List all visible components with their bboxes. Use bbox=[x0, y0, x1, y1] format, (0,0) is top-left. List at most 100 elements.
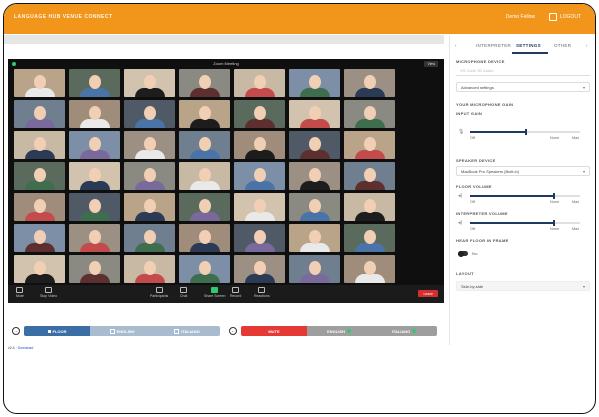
participant-face bbox=[253, 168, 266, 182]
tab-settings[interactable]: SETTINGS bbox=[516, 43, 541, 48]
participant-tile[interactable] bbox=[234, 255, 285, 283]
hear-floor-toggle[interactable] bbox=[458, 250, 468, 257]
participant-tile[interactable] bbox=[179, 162, 230, 190]
participant-tile[interactable] bbox=[14, 69, 65, 97]
tab-interpreter[interactable]: INTERPRETER bbox=[476, 43, 511, 48]
speak-english-label: ENGLISH bbox=[327, 328, 345, 334]
participant-tile[interactable] bbox=[234, 224, 285, 252]
participant-tile[interactable] bbox=[289, 255, 340, 283]
control-mute[interactable]: Mute bbox=[16, 287, 24, 298]
speaker-select[interactable]: MacBook Pro Speakers (Built-in) ▾ bbox=[456, 166, 590, 176]
participant-face bbox=[198, 168, 211, 182]
participant-face bbox=[88, 199, 101, 213]
speak-mute-button[interactable]: MUTE bbox=[241, 326, 307, 336]
microphone-select[interactable]: VS Code 3D Audio bbox=[456, 66, 590, 76]
participant-body bbox=[134, 181, 165, 190]
leave-button[interactable]: Leave bbox=[418, 290, 438, 297]
control-participants[interactable]: Participants bbox=[150, 287, 168, 298]
participant-tile[interactable] bbox=[344, 69, 395, 97]
participant-tile[interactable] bbox=[14, 255, 65, 283]
participant-tile[interactable] bbox=[234, 131, 285, 159]
participant-body bbox=[79, 212, 110, 221]
advanced-settings-select[interactable]: Advanced settings ▾ bbox=[456, 82, 590, 92]
speak-english-button[interactable]: ENGLISH bbox=[307, 326, 371, 336]
participant-tile[interactable] bbox=[69, 255, 120, 283]
tab-other[interactable]: OTHER bbox=[554, 43, 571, 48]
participant-tile[interactable] bbox=[234, 193, 285, 221]
participant-tile[interactable] bbox=[14, 100, 65, 128]
floor-volume-slider[interactable]: ◂) Off Norm Max bbox=[458, 191, 590, 205]
participant-tile[interactable] bbox=[14, 162, 65, 190]
participant-tile[interactable] bbox=[14, 193, 65, 221]
participant-body bbox=[244, 181, 275, 190]
input-gain-slider[interactable]: 🎙 Off Norm Max bbox=[458, 127, 590, 141]
control-reactions[interactable]: Reactions bbox=[254, 287, 270, 298]
participant-tile[interactable] bbox=[14, 131, 65, 159]
participant-tile[interactable] bbox=[14, 224, 65, 252]
participant-tile[interactable] bbox=[344, 224, 395, 252]
participant-body bbox=[24, 181, 55, 190]
slider-thumb[interactable] bbox=[552, 193, 555, 199]
listen-floor-button[interactable]: FLOOR bbox=[24, 326, 90, 336]
participant-tile[interactable] bbox=[289, 100, 340, 128]
participant-tile[interactable] bbox=[344, 255, 395, 283]
participant-tile[interactable] bbox=[69, 131, 120, 159]
slider-fill bbox=[470, 131, 525, 133]
participant-tile[interactable] bbox=[289, 162, 340, 190]
participant-face bbox=[198, 261, 211, 275]
participant-tile[interactable] bbox=[344, 100, 395, 128]
participant-tile[interactable] bbox=[289, 224, 340, 252]
participant-body bbox=[79, 119, 110, 128]
slider-thumb[interactable] bbox=[552, 220, 555, 226]
participant-tile[interactable] bbox=[124, 224, 175, 252]
participant-body bbox=[354, 212, 385, 221]
participant-tile[interactable] bbox=[234, 100, 285, 128]
participant-face bbox=[143, 75, 156, 89]
participant-tile[interactable] bbox=[179, 100, 230, 128]
view-button[interactable]: View bbox=[424, 61, 438, 67]
slider-min-label: Off bbox=[470, 200, 475, 204]
participant-tile[interactable] bbox=[124, 131, 175, 159]
participant-tile[interactable] bbox=[179, 255, 230, 283]
participant-tile[interactable] bbox=[69, 224, 120, 252]
control-share-screen[interactable]: Share Screen bbox=[204, 287, 225, 298]
forward-icon[interactable]: › bbox=[586, 43, 588, 48]
participant-tile[interactable] bbox=[124, 162, 175, 190]
listen-english-button[interactable]: ENGLISH bbox=[90, 326, 154, 336]
layout-select[interactable]: Side-by-side ▾ bbox=[456, 281, 590, 291]
participant-tile[interactable] bbox=[124, 255, 175, 283]
participant-tile[interactable] bbox=[234, 69, 285, 97]
participant-face bbox=[143, 261, 156, 275]
participant-tile[interactable] bbox=[289, 131, 340, 159]
participant-tile[interactable] bbox=[179, 69, 230, 97]
control-record[interactable]: Record bbox=[230, 287, 241, 298]
participant-tile[interactable] bbox=[69, 69, 120, 97]
participant-tile[interactable] bbox=[124, 100, 175, 128]
participant-tile[interactable] bbox=[234, 162, 285, 190]
control-chat[interactable]: Chat bbox=[180, 287, 187, 298]
participant-tile[interactable] bbox=[124, 193, 175, 221]
footer: v2.4 · Download bbox=[8, 346, 33, 350]
slider-mid-label: Norm bbox=[550, 136, 560, 140]
logout-button[interactable]: LOGOUT bbox=[548, 13, 581, 21]
participant-tile[interactable] bbox=[179, 193, 230, 221]
participant-tile[interactable] bbox=[124, 69, 175, 97]
participant-tile[interactable] bbox=[179, 131, 230, 159]
participant-tile[interactable] bbox=[179, 224, 230, 252]
slider-thumb[interactable] bbox=[525, 129, 527, 135]
interpreter-volume-slider[interactable]: ◂) Off Norm Max bbox=[458, 218, 590, 232]
participant-tile[interactable] bbox=[344, 131, 395, 159]
control-stop-video[interactable]: Stop Video bbox=[40, 287, 57, 298]
participant-tile[interactable] bbox=[69, 193, 120, 221]
participant-tile[interactable] bbox=[69, 162, 120, 190]
participant-tile[interactable] bbox=[344, 162, 395, 190]
participant-tile[interactable] bbox=[289, 69, 340, 97]
listen-italiano-button[interactable]: ITALIANO bbox=[154, 326, 220, 336]
footer-link[interactable]: Download bbox=[18, 346, 34, 350]
participant-tile[interactable] bbox=[289, 193, 340, 221]
participant-tile[interactable] bbox=[69, 100, 120, 128]
back-icon[interactable]: ‹ bbox=[455, 43, 457, 48]
speak-italiano-button[interactable]: ITALIANO bbox=[371, 326, 437, 336]
participant-body bbox=[354, 150, 385, 159]
participant-tile[interactable] bbox=[344, 193, 395, 221]
